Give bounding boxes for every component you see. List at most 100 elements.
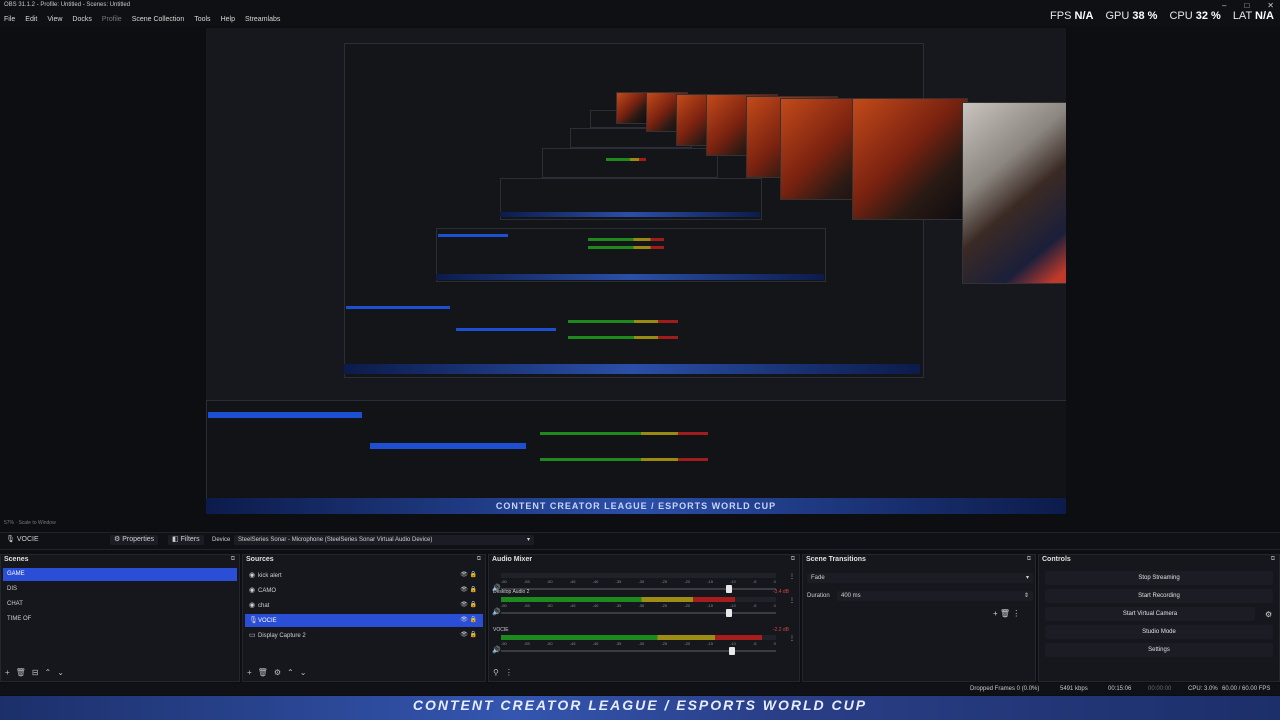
menu-help[interactable]: Help (221, 16, 235, 23)
visibility-lock-icons[interactable]: 👁 🔒 (460, 599, 477, 612)
down-arrow-icon[interactable]: ⌄ (300, 668, 307, 677)
visibility-lock-icons[interactable]: 👁 🔒 (460, 584, 477, 597)
properties-button[interactable]: ⚙ Properties (110, 535, 159, 545)
up-arrow-icon[interactable]: ⌃ (45, 668, 52, 677)
mic-icon: 🎙 (249, 617, 258, 624)
menu-file[interactable]: File (4, 16, 15, 23)
source-item[interactable]: ◉ CAMO 👁 🔒 (245, 584, 483, 597)
channel-menu-icon[interactable]: ⋮ (789, 597, 795, 604)
visibility-lock-icons[interactable]: 👁 🔒 (460, 614, 477, 627)
add-icon[interactable]: + (993, 609, 998, 618)
bell-icon: ◉ (249, 572, 256, 579)
filter-icon[interactable]: ⊟ (32, 668, 39, 677)
dock-title: Audio Mixer (492, 556, 533, 563)
visibility-lock-icons[interactable]: 👁 🔒 (460, 629, 477, 642)
volume-slider-handle[interactable] (729, 647, 735, 655)
menu-streamlabs[interactable]: Streamlabs (245, 16, 280, 23)
up-arrow-icon[interactable]: ⌃ (287, 668, 294, 677)
nested-meter (540, 458, 708, 461)
volume-slider-handle[interactable] (726, 585, 733, 593)
menu-docks[interactable]: Docks (72, 16, 91, 23)
dock-title: Controls (1042, 556, 1071, 563)
channel-menu-icon[interactable]: ⋮ (789, 573, 795, 580)
meter-tick: -55 (523, 603, 530, 608)
mic-icon: 🎙 (6, 536, 15, 543)
nested-selection-bar (438, 234, 508, 237)
meter-tick: 0 (773, 579, 776, 584)
lat-stat: LAT N/A (1232, 10, 1274, 22)
volume-slider[interactable] (501, 585, 776, 593)
dock-float-icon[interactable]: ⧉ (791, 556, 795, 563)
meter-tick: -40 (592, 579, 599, 584)
stop-streaming-button[interactable]: Stop Streaming (1045, 571, 1273, 585)
more-icon[interactable]: ⋮ (1012, 609, 1020, 618)
minimize-button[interactable]: – (1222, 1, 1226, 10)
sources-dock: Sources ⧉ ◉ kick alert 👁 🔒 ◉ CAMO 👁 🔒 ◉ cha… (242, 554, 486, 682)
scene-item[interactable]: GAME (3, 568, 237, 581)
chevron-down-icon: ▾ (1025, 575, 1029, 581)
add-icon[interactable]: + (247, 668, 252, 677)
trash-icon[interactable]: 🗑 (16, 668, 26, 677)
trash-icon[interactable]: 🗑 (258, 668, 268, 677)
link-icon[interactable]: ⚲ (493, 668, 499, 677)
meter-tick: -20 (684, 603, 691, 608)
filters-button[interactable]: ◧ Filters (168, 535, 204, 545)
menu-tools[interactable]: Tools (194, 16, 210, 23)
start-virtual-camera-button[interactable]: Start Virtual Camera (1045, 607, 1255, 621)
visibility-lock-icons[interactable]: 👁 🔒 (460, 569, 477, 582)
meter-tick: -55 (523, 641, 530, 646)
channel-menu-icon[interactable]: ⋮ (789, 635, 795, 642)
scene-transitions-dock: Scene Transitions ⧉ Fade ▾ Duration 400 … (802, 554, 1036, 682)
device-select[interactable]: SteelSeries Sonar - Microphone (SteelSer… (234, 535, 534, 545)
speaker-icon[interactable]: 🔊 (492, 646, 501, 654)
add-icon[interactable]: + (5, 668, 10, 677)
start-recording-button[interactable]: Start Recording (1045, 589, 1273, 603)
transition-select[interactable]: Fade ▾ (807, 573, 1033, 583)
scene-item[interactable]: DIS (3, 583, 237, 596)
nested-selection-bar (456, 328, 556, 331)
fps-readout: 60.00 / 60.00 FPS (1222, 686, 1271, 692)
trash-icon[interactable]: 🗑 (1000, 609, 1010, 618)
menu-profile[interactable]: Profile (102, 16, 122, 23)
meter-scale: -60 -55 -50 -45 -40 -35 -30 -25 -20 -15 -10 -5 0 (501, 579, 776, 584)
meter-tick: -20 (684, 641, 691, 646)
selected-source-label: 🎙 VOCIE (6, 536, 39, 543)
meter-tick: -10 (730, 641, 736, 646)
nested-selection-bar (346, 306, 450, 309)
dock-float-icon[interactable]: ⧉ (231, 556, 235, 563)
settings-button[interactable]: Settings (1045, 643, 1273, 657)
more-icon[interactable]: ⋮ (505, 668, 513, 677)
dock-float-icon[interactable]: ⧉ (1271, 556, 1275, 563)
duration-input[interactable]: 400 ms ⇕ (837, 591, 1033, 601)
source-item[interactable]: ◉ chat 👁 🔒 (245, 599, 483, 612)
source-item[interactable]: ◉ kick alert 👁 🔒 (245, 569, 483, 582)
gear-icon[interactable]: ⚙ (274, 668, 281, 677)
virtual-camera-settings-icon[interactable]: ⚙ (1265, 610, 1272, 619)
preview-scale[interactable]: 57% · Scale to Window (4, 520, 56, 526)
down-arrow-icon[interactable]: ⌄ (57, 668, 64, 677)
nested-source-selected (370, 443, 526, 449)
meter-tick: -10 (730, 579, 736, 584)
source-item[interactable]: 🎙VOCIE 👁 🔒 (245, 614, 483, 627)
nested-banner (344, 364, 920, 374)
menu-view[interactable]: View (47, 16, 62, 23)
nested-banner (436, 274, 824, 280)
maximize-button[interactable]: □ (1244, 1, 1249, 10)
dock-float-icon[interactable]: ⧉ (1027, 556, 1031, 563)
volume-slider[interactable] (501, 647, 776, 655)
dock-float-icon[interactable]: ⧉ (477, 556, 481, 563)
source-item[interactable]: ▭ Display Capture 2 👁 🔒 (245, 629, 483, 642)
menu-scene-collection[interactable]: Scene Collection (132, 16, 185, 23)
menu-edit[interactable]: Edit (25, 16, 37, 23)
volume-slider-handle[interactable] (726, 609, 733, 617)
scene-item[interactable]: CHAT (3, 598, 237, 611)
scene-item[interactable]: TIME OF (3, 613, 237, 626)
preview-canvas[interactable]: CONTENT CREATOR LEAGUE / ESPORTS WORLD C… (206, 28, 1066, 514)
close-button[interactable]: ✕ (1267, 1, 1274, 10)
speaker-icon[interactable]: 🔊 (492, 608, 501, 616)
studio-mode-button[interactable]: Studio Mode (1045, 625, 1273, 639)
volume-slider[interactable] (501, 609, 776, 617)
spinner-icon[interactable]: ⇕ (1024, 591, 1029, 601)
meter-tick: -35 (615, 579, 622, 584)
preview-banner: CONTENT CREATOR LEAGUE / ESPORTS WORLD C… (206, 498, 1066, 514)
